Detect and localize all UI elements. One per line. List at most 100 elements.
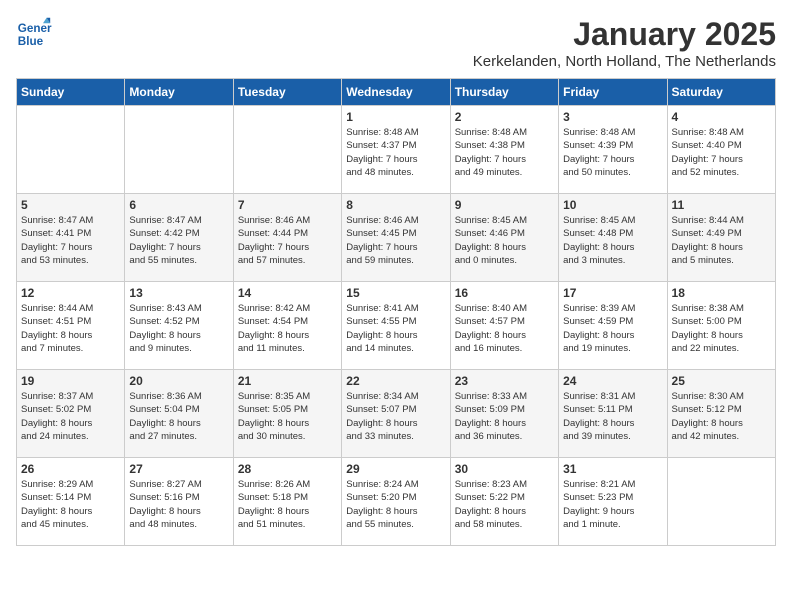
day-info: Sunrise: 8:44 AM Sunset: 4:49 PM Dayligh… <box>672 214 771 267</box>
day-info: Sunrise: 8:35 AM Sunset: 5:05 PM Dayligh… <box>238 390 337 443</box>
logo-icon: General Blue <box>16 16 52 52</box>
day-number: 20 <box>129 374 228 388</box>
calendar-cell: 18 Sunrise: 8:38 AM Sunset: 5:00 PM Dayli… <box>667 282 775 370</box>
day-info: Sunrise: 8:26 AM Sunset: 5:18 PM Dayligh… <box>238 478 337 531</box>
day-number: 15 <box>346 286 445 300</box>
day-number: 6 <box>129 198 228 212</box>
calendar-cell: 3Sunrise: 8:48 AM Sunset: 4:39 PM Daylig… <box>559 106 667 194</box>
calendar-body: 1 Sunrise: 8:48 AM Sunset: 4:37 PM Daylig… <box>17 106 776 546</box>
day-number: 8 <box>346 198 445 212</box>
day-number: 23 <box>455 374 554 388</box>
day-info: Sunrise: 8:21 AM Sunset: 5:23 PM Dayligh… <box>563 478 662 531</box>
weekday-header: Tuesday <box>233 79 341 106</box>
title-area: January 2025 Kerkelanden, North Holland,… <box>473 16 776 70</box>
calendar-subtitle: Kerkelanden, North Holland, The Netherla… <box>473 53 776 70</box>
day-number: 22 <box>346 374 445 388</box>
day-number: 18 <box>672 286 771 300</box>
day-info: Sunrise: 8:48 AM Sunset: 4:40 PM Dayligh… <box>672 126 771 179</box>
day-info: Sunrise: 8:24 AM Sunset: 5:20 PM Dayligh… <box>346 478 445 531</box>
day-info: Sunrise: 8:43 AM Sunset: 4:52 PM Dayligh… <box>129 302 228 355</box>
day-info: Sunrise: 8:41 AM Sunset: 4:55 PM Dayligh… <box>346 302 445 355</box>
day-info: Sunrise: 8:47 AM Sunset: 4:41 PM Dayligh… <box>21 214 120 267</box>
calendar-cell: 1 Sunrise: 8:48 AM Sunset: 4:37 PM Daylig… <box>342 106 450 194</box>
calendar-cell: 8Sunrise: 8:46 AM Sunset: 4:45 PM Daylig… <box>342 194 450 282</box>
day-info: Sunrise: 8:44 AM Sunset: 4:51 PM Dayligh… <box>21 302 120 355</box>
calendar-title: January 2025 <box>473 16 776 53</box>
day-number: 2 <box>455 110 554 124</box>
day-info: Sunrise: 8:31 AM Sunset: 5:11 PM Dayligh… <box>563 390 662 443</box>
day-info: Sunrise: 8:27 AM Sunset: 5:16 PM Dayligh… <box>129 478 228 531</box>
calendar-cell <box>233 106 341 194</box>
svg-text:General: General <box>18 22 52 35</box>
day-number: 25 <box>672 374 771 388</box>
day-number: 24 <box>563 374 662 388</box>
day-number: 28 <box>238 462 337 476</box>
calendar-header: SundayMondayTuesdayWednesdayThursdayFrid… <box>17 79 776 106</box>
day-number: 19 <box>21 374 120 388</box>
day-number: 26 <box>21 462 120 476</box>
day-number: 27 <box>129 462 228 476</box>
day-number: 9 <box>455 198 554 212</box>
calendar-cell: 30Sunrise: 8:23 AM Sunset: 5:22 PM Dayli… <box>450 458 558 546</box>
day-number: 12 <box>21 286 120 300</box>
day-number: 1 <box>346 110 445 124</box>
day-info: Sunrise: 8:39 AM Sunset: 4:59 PM Dayligh… <box>563 302 662 355</box>
day-info: Sunrise: 8:47 AM Sunset: 4:42 PM Dayligh… <box>129 214 228 267</box>
day-number: 29 <box>346 462 445 476</box>
calendar-cell <box>17 106 125 194</box>
calendar-cell: 21 Sunrise: 8:35 AM Sunset: 5:05 PM Dayli… <box>233 370 341 458</box>
day-info: Sunrise: 8:30 AM Sunset: 5:12 PM Dayligh… <box>672 390 771 443</box>
calendar-cell: 20 Sunrise: 8:36 AM Sunset: 5:04 PM Dayli… <box>125 370 233 458</box>
svg-text:Blue: Blue <box>18 35 44 48</box>
day-info: Sunrise: 8:48 AM Sunset: 4:38 PM Dayligh… <box>455 126 554 179</box>
weekday-header: Wednesday <box>342 79 450 106</box>
day-info: Sunrise: 8:40 AM Sunset: 4:57 PM Dayligh… <box>455 302 554 355</box>
calendar-cell: 7Sunrise: 8:46 AM Sunset: 4:44 PM Daylig… <box>233 194 341 282</box>
calendar-week-row: 19 Sunrise: 8:37 AM Sunset: 5:02 PM Dayli… <box>17 370 776 458</box>
day-number: 4 <box>672 110 771 124</box>
day-info: Sunrise: 8:29 AM Sunset: 5:14 PM Dayligh… <box>21 478 120 531</box>
day-number: 10 <box>563 198 662 212</box>
calendar-cell: 15 Sunrise: 8:41 AM Sunset: 4:55 PM Dayli… <box>342 282 450 370</box>
calendar-cell: 2 Sunrise: 8:48 AM Sunset: 4:38 PM Daylig… <box>450 106 558 194</box>
day-info: Sunrise: 8:36 AM Sunset: 5:04 PM Dayligh… <box>129 390 228 443</box>
calendar-week-row: 26 Sunrise: 8:29 AM Sunset: 5:14 PM Dayli… <box>17 458 776 546</box>
day-info: Sunrise: 8:38 AM Sunset: 5:00 PM Dayligh… <box>672 302 771 355</box>
day-info: Sunrise: 8:33 AM Sunset: 5:09 PM Dayligh… <box>455 390 554 443</box>
day-number: 17 <box>563 286 662 300</box>
day-number: 5 <box>21 198 120 212</box>
day-info: Sunrise: 8:23 AM Sunset: 5:22 PM Dayligh… <box>455 478 554 531</box>
weekday-header: Sunday <box>17 79 125 106</box>
calendar-cell: 12 Sunrise: 8:44 AM Sunset: 4:51 PM Dayli… <box>17 282 125 370</box>
day-number: 16 <box>455 286 554 300</box>
day-info: Sunrise: 8:45 AM Sunset: 4:48 PM Dayligh… <box>563 214 662 267</box>
day-number: 14 <box>238 286 337 300</box>
calendar-cell: 19 Sunrise: 8:37 AM Sunset: 5:02 PM Dayli… <box>17 370 125 458</box>
day-info: Sunrise: 8:34 AM Sunset: 5:07 PM Dayligh… <box>346 390 445 443</box>
day-info: Sunrise: 8:37 AM Sunset: 5:02 PM Dayligh… <box>21 390 120 443</box>
page-header: General Blue January 2025 Kerkelanden, N… <box>16 16 776 70</box>
calendar-week-row: 1 Sunrise: 8:48 AM Sunset: 4:37 PM Daylig… <box>17 106 776 194</box>
header-row: SundayMondayTuesdayWednesdayThursdayFrid… <box>17 79 776 106</box>
calendar-cell: 17 Sunrise: 8:39 AM Sunset: 4:59 PM Dayli… <box>559 282 667 370</box>
day-number: 21 <box>238 374 337 388</box>
calendar-cell: 6 Sunrise: 8:47 AM Sunset: 4:42 PM Daylig… <box>125 194 233 282</box>
calendar-cell <box>125 106 233 194</box>
calendar-cell: 13Sunrise: 8:43 AM Sunset: 4:52 PM Dayli… <box>125 282 233 370</box>
calendar-cell: 31 Sunrise: 8:21 AM Sunset: 5:23 PM Dayli… <box>559 458 667 546</box>
calendar-table: SundayMondayTuesdayWednesdayThursdayFrid… <box>16 78 776 546</box>
calendar-cell: 11Sunrise: 8:44 AM Sunset: 4:49 PM Dayli… <box>667 194 775 282</box>
calendar-cell: 9 Sunrise: 8:45 AM Sunset: 4:46 PM Daylig… <box>450 194 558 282</box>
calendar-cell: 16 Sunrise: 8:40 AM Sunset: 4:57 PM Dayli… <box>450 282 558 370</box>
day-info: Sunrise: 8:48 AM Sunset: 4:37 PM Dayligh… <box>346 126 445 179</box>
day-number: 7 <box>238 198 337 212</box>
calendar-week-row: 5 Sunrise: 8:47 AM Sunset: 4:41 PM Daylig… <box>17 194 776 282</box>
calendar-cell: 26 Sunrise: 8:29 AM Sunset: 5:14 PM Dayli… <box>17 458 125 546</box>
day-number: 31 <box>563 462 662 476</box>
calendar-cell: 27 Sunrise: 8:27 AM Sunset: 5:16 PM Dayli… <box>125 458 233 546</box>
weekday-header: Saturday <box>667 79 775 106</box>
logo: General Blue <box>16 16 52 52</box>
day-info: Sunrise: 8:45 AM Sunset: 4:46 PM Dayligh… <box>455 214 554 267</box>
calendar-week-row: 12 Sunrise: 8:44 AM Sunset: 4:51 PM Dayli… <box>17 282 776 370</box>
day-info: Sunrise: 8:48 AM Sunset: 4:39 PM Dayligh… <box>563 126 662 179</box>
